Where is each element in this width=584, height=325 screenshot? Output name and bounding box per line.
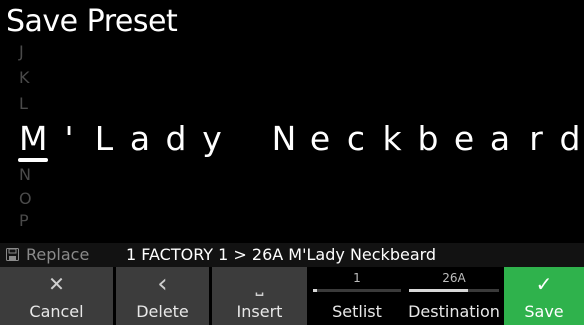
destination-value: 26A	[442, 271, 466, 285]
char-option-l[interactable]: L	[19, 94, 28, 114]
destination-label: Destination	[408, 302, 500, 321]
setlist-level	[313, 289, 317, 292]
destination-track[interactable]	[409, 289, 499, 292]
status-info: 1 FACTORY 1 > 26A M'Lady Neckbeard	[126, 245, 437, 264]
cancel-label: Cancel	[29, 302, 84, 321]
replace-label: Replace	[26, 245, 90, 264]
insert-label: Insert	[236, 302, 283, 321]
cancel-button[interactable]: ✕ Cancel	[0, 267, 113, 325]
preset-name-field[interactable]: M ' L a d y N e c k b e a r d	[0, 114, 584, 164]
save-button[interactable]: ✓ Save	[504, 267, 584, 325]
char-option-k[interactable]: K	[19, 68, 30, 88]
destination-level	[409, 289, 469, 292]
name-char[interactable]: N	[270, 114, 298, 164]
text-cursor	[18, 158, 48, 162]
char-option-j[interactable]: J	[19, 42, 24, 62]
name-char[interactable]: d	[162, 114, 190, 164]
name-char[interactable]: k	[378, 114, 406, 164]
name-char[interactable]: a	[486, 114, 514, 164]
name-char[interactable]: '	[55, 114, 83, 164]
insert-button[interactable]: ⎵ Insert	[212, 267, 307, 325]
delete-label: Delete	[136, 302, 189, 321]
destination-knob[interactable]: 26A Destination	[405, 267, 503, 325]
char-option-o[interactable]: O	[19, 189, 32, 209]
name-char[interactable]: a	[126, 114, 154, 164]
name-char[interactable]: y	[198, 114, 226, 164]
delete-button[interactable]: ‹ Delete	[116, 267, 209, 325]
name-char[interactable]: d	[556, 114, 584, 164]
setlist-knob[interactable]: 1 Setlist	[309, 267, 405, 325]
name-char[interactable]: M	[19, 114, 47, 164]
save-icon	[6, 248, 19, 261]
char-option-n[interactable]: N	[19, 165, 31, 185]
page-title: Save Preset	[6, 4, 178, 39]
name-char[interactable]: r	[522, 114, 550, 164]
name-char[interactable]: c	[342, 114, 370, 164]
toolbar: ✕ Cancel ‹ Delete ⎵ Insert 1 Setlist 26A…	[0, 267, 584, 325]
save-label: Save	[524, 302, 564, 321]
close-icon: ✕	[48, 272, 65, 296]
setlist-value: 1	[353, 271, 361, 285]
status-bar: Replace 1 FACTORY 1 > 26A M'Lady Neckbea…	[0, 243, 584, 267]
name-char[interactable]: e	[306, 114, 334, 164]
space-icon: ⎵	[255, 272, 264, 296]
name-char[interactable]: L	[90, 114, 118, 164]
name-char[interactable]: b	[414, 114, 442, 164]
char-option-p[interactable]: P	[19, 211, 29, 231]
setlist-label: Setlist	[332, 302, 382, 321]
check-icon: ✓	[535, 272, 553, 296]
chevron-left-icon: ‹	[157, 269, 168, 299]
name-char[interactable]: e	[450, 114, 478, 164]
setlist-track[interactable]	[313, 289, 401, 292]
